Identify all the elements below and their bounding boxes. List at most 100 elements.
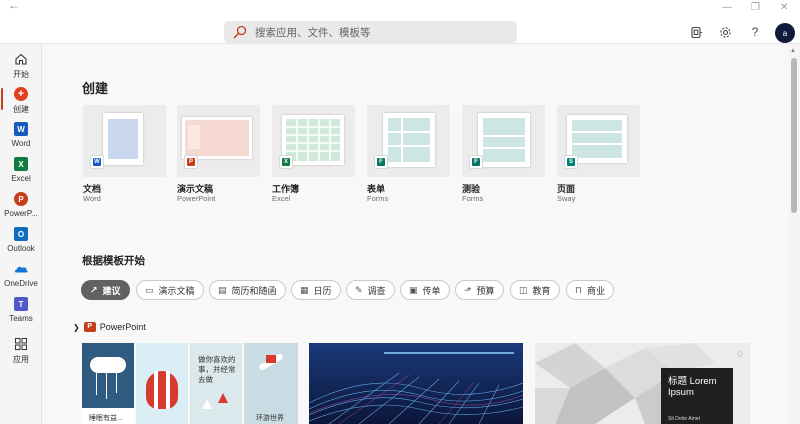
flyer-icon: ▣ <box>409 284 418 295</box>
sidebar-item-label: OneDrive <box>4 279 38 288</box>
chip-label: 预算 <box>476 285 495 296</box>
home-icon <box>15 53 27 65</box>
id-card-icon: ▤ <box>218 284 227 295</box>
chip-education[interactable]: ◫ 教育 <box>510 280 560 300</box>
briefcase-icon: ⊓ <box>575 284 583 295</box>
book-icon: ◫ <box>519 284 528 295</box>
create-title: 创建 <box>82 81 109 96</box>
outlook-icon: O <box>14 227 28 241</box>
chip-label: 传单 <box>422 285 441 296</box>
survey-icon: ✎ <box>355 284 363 295</box>
minimize-icon[interactable]: — <box>722 2 732 13</box>
calendar-icon: ▦ <box>300 284 309 295</box>
card-app: Sway <box>557 194 576 203</box>
group-label: PowerPoint <box>99 322 146 332</box>
sidebar-item-label: 开始 <box>13 70 29 79</box>
chip-label: 商业 <box>587 285 606 296</box>
chip-business[interactable]: ⊓ 商业 <box>566 280 615 300</box>
chip-presentations[interactable]: ▭ 演示文稿 <box>136 280 204 300</box>
chip-label: 演示文稿 <box>158 285 195 296</box>
powerpoint-group-header[interactable]: ❯ P PowerPoint <box>73 322 146 332</box>
forms-badge-icon: F <box>374 155 388 169</box>
create-card-page[interactable]: S <box>557 105 640 177</box>
template-thumbnail-sleep[interactable]: 睡眠有益... 做你喜欢的事，并经常去做 环游世界 <box>82 343 298 424</box>
create-card-workbook[interactable]: X <box>272 105 355 177</box>
sidebar: 开始 + 创建 W Word X Excel P PowerP... O Out… <box>0 44 42 424</box>
sway-badge-icon: S <box>564 155 578 169</box>
excel-badge-icon: X <box>279 155 293 169</box>
create-card-form[interactable]: F <box>367 105 450 177</box>
chip-suggestions[interactable]: ↗ 建议 <box>81 280 130 300</box>
sidebar-item-label: Outlook <box>7 244 35 253</box>
chip-label: 日历 <box>313 285 332 296</box>
main-content: 创建 W 文档 Word P 演示文稿 PowerPoint X 工作簿 Exc… <box>43 45 788 424</box>
chip-budgets[interactable]: ⬏ 预算 <box>455 280 504 300</box>
chart-icon: ⬏ <box>464 284 472 295</box>
card-app: Forms <box>367 194 389 203</box>
word-icon: W <box>14 122 28 136</box>
create-card-document[interactable]: W <box>83 105 166 177</box>
chip-surveys[interactable]: ✎ 调查 <box>346 280 395 300</box>
card-app: PowerPoint <box>177 194 216 203</box>
teams-icon: T <box>14 297 28 311</box>
sidebar-item-powerpoint[interactable]: P PowerP... <box>0 192 42 226</box>
chip-calendars[interactable]: ▦ 日历 <box>291 280 341 300</box>
sidebar-item-label: Teams <box>9 314 33 323</box>
card-app: Forms <box>462 194 484 203</box>
template-thumbnail-lorem[interactable]: ♢ 标题 Lorem Ipsum Sit Dolor Amet <box>535 343 750 424</box>
mesh-graphic <box>309 343 523 424</box>
close-icon[interactable]: ✕ <box>780 2 788 13</box>
monitor-icon: ▭ <box>145 284 154 295</box>
chip-label: 建议 <box>102 285 121 296</box>
chip-label: 简历和随函 <box>231 285 277 296</box>
sidebar-item-label: 应用 <box>13 355 29 364</box>
create-card-quiz[interactable]: F <box>462 105 545 177</box>
sidebar-item-label: Excel <box>11 174 31 183</box>
scrollbar-thumb[interactable] <box>791 58 797 213</box>
chip-label: 教育 <box>532 285 551 296</box>
apps-icon <box>15 338 27 350</box>
back-arrow-icon[interactable]: ← <box>8 0 20 11</box>
avatar[interactable]: a <box>775 23 795 43</box>
meeting-icon[interactable] <box>688 24 704 40</box>
title-bar: ← — ❐ ✕ 搜索应用、文件、模板等 ? a <box>0 0 800 44</box>
templates-title: 根据模板开始 <box>82 255 145 267</box>
search-placeholder: 搜索应用、文件、模板等 <box>255 26 371 39</box>
sidebar-item-label: Word <box>11 139 31 148</box>
search-icon <box>233 25 247 39</box>
document-preview <box>103 113 143 165</box>
sidebar-item-onedrive[interactable]: OneDrive <box>0 262 42 296</box>
sidebar-item-label: 创建 <box>13 105 29 114</box>
help-icon[interactable]: ? <box>747 24 763 40</box>
forms-badge-icon: F <box>469 155 483 169</box>
sidebar-item-outlook[interactable]: O Outlook <box>0 227 42 261</box>
powerpoint-small-icon: P <box>83 322 96 332</box>
sidebar-item-excel[interactable]: X Excel <box>0 157 42 191</box>
sidebar-item-create[interactable]: + 创建 <box>0 87 42 121</box>
template-thumbnail-tech[interactable] <box>309 343 523 424</box>
maximize-icon[interactable]: ❐ <box>751 2 760 13</box>
title-overlay: 标题 Lorem Ipsum Sit Dolor Amet <box>661 368 733 424</box>
gear-icon[interactable] <box>717 24 733 40</box>
sidebar-item-word[interactable]: W Word <box>0 122 42 156</box>
powerpoint-icon: P <box>14 192 28 206</box>
sidebar-item-apps[interactable]: 应用 <box>0 337 42 371</box>
create-plus-icon: + <box>14 87 28 101</box>
sidebar-item-teams[interactable]: T Teams <box>0 297 42 331</box>
thumb-title: 标题 Lorem Ipsum <box>668 376 717 398</box>
search-box[interactable]: 搜索应用、文件、模板等 <box>224 21 517 43</box>
excel-icon: X <box>14 157 28 171</box>
sidebar-item-home[interactable]: 开始 <box>0 52 42 86</box>
onedrive-icon <box>14 266 28 273</box>
create-card-presentation[interactable]: P <box>177 105 260 177</box>
thumb-panel: 做你喜欢的事，并经常去做 <box>190 343 242 424</box>
thumb-panel-text: 做你喜欢的事，并经常去做 <box>198 355 236 384</box>
chevron-right-icon: ❯ <box>73 322 80 332</box>
thumb-subtitle: Sit Dolor Amet <box>668 416 700 422</box>
thumb-panel: 睡眠有益... <box>82 343 134 424</box>
chip-flyers[interactable]: ▣ 传单 <box>400 280 450 300</box>
powerpoint-badge-icon: P <box>184 155 198 169</box>
chip-resumes[interactable]: ▤ 简历和随函 <box>209 280 286 300</box>
scroll-up-icon[interactable]: ▲ <box>790 48 796 54</box>
chip-label: 调查 <box>367 285 386 296</box>
